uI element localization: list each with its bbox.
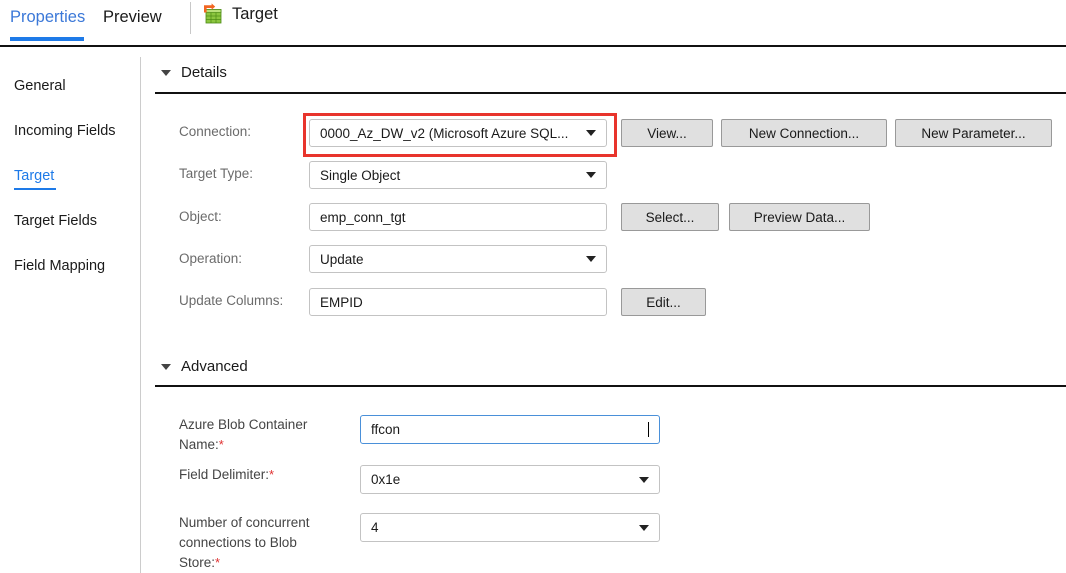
required-asterisk: * xyxy=(218,437,224,452)
update-columns-value: EMPID xyxy=(320,294,363,310)
sidebar-item-field-mapping[interactable]: Field Mapping xyxy=(14,258,105,274)
update-columns-label: Update Columns: xyxy=(179,293,284,308)
concurrent-connections-dropdown[interactable]: 4 xyxy=(360,513,660,542)
target-type-dropdown[interactable]: Single Object xyxy=(309,161,607,189)
sidebar: General Incoming Fields Target Target Fi… xyxy=(0,47,140,573)
edit-button[interactable]: Edit... xyxy=(621,288,706,316)
preview-data-button[interactable]: Preview Data... xyxy=(729,203,870,231)
select-button[interactable]: Select... xyxy=(621,203,719,231)
chevron-down-icon xyxy=(639,524,649,531)
chevron-down-icon xyxy=(586,256,596,262)
operation-value: Update xyxy=(320,251,364,267)
blob-container-input[interactable]: ffcon xyxy=(360,415,660,444)
sidebar-item-target[interactable]: Target xyxy=(14,168,54,184)
object-input[interactable]: emp_conn_tgt xyxy=(309,203,607,231)
new-connection-button[interactable]: New Connection... xyxy=(721,119,887,147)
chevron-down-icon xyxy=(161,363,171,370)
top-tab-bar: Properties Preview Target xyxy=(0,0,1066,47)
object-value: emp_conn_tgt xyxy=(320,209,406,225)
active-tab-underline xyxy=(10,37,84,41)
target-table-icon xyxy=(202,3,224,25)
new-parameter-button[interactable]: New Parameter... xyxy=(895,119,1052,147)
field-delimiter-label: Field Delimiter:* xyxy=(179,465,274,485)
target-type-label: Target Type: xyxy=(179,166,254,181)
content-pane: Details Connection: 0000_Az_DW_v2 (Micro… xyxy=(141,47,1066,573)
details-section-title: Details xyxy=(181,64,227,81)
field-delimiter-dropdown[interactable]: 0x1e xyxy=(360,465,660,494)
tab-divider xyxy=(190,2,191,34)
details-section-rule xyxy=(155,92,1066,94)
sidebar-item-general[interactable]: General xyxy=(14,78,66,94)
chevron-down-icon xyxy=(586,130,596,136)
tab-target-label: Target xyxy=(232,5,278,23)
advanced-section-title: Advanced xyxy=(181,358,248,375)
update-columns-input[interactable]: EMPID xyxy=(309,288,607,316)
field-delimiter-value: 0x1e xyxy=(371,472,401,487)
target-type-value: Single Object xyxy=(320,167,401,183)
chevron-down-icon xyxy=(586,172,596,178)
details-section-header[interactable]: Details xyxy=(161,64,227,81)
concurrent-connections-label-line2: connections to Blob xyxy=(179,535,297,550)
chevron-down-icon xyxy=(639,476,649,483)
field-delimiter-label-text: Field Delimiter: xyxy=(179,467,270,482)
connection-label: Connection: xyxy=(179,124,252,139)
sidebar-item-incoming-fields[interactable]: Incoming Fields xyxy=(14,123,116,139)
concurrent-connections-label: Number of concurrent connections to Blob… xyxy=(179,513,310,573)
advanced-section-rule xyxy=(155,385,1066,387)
concurrent-connections-label-line1: Number of concurrent xyxy=(179,515,310,530)
blob-container-label-line2: Name: xyxy=(179,437,219,452)
text-cursor xyxy=(648,422,649,437)
connection-dropdown[interactable]: 0000_Az_DW_v2 (Microsoft Azure SQL... xyxy=(309,119,607,147)
view-button[interactable]: View... xyxy=(621,119,713,147)
sidebar-active-underline xyxy=(14,188,56,190)
chevron-down-icon xyxy=(161,69,171,76)
blob-container-label: Azure Blob Container Name:* xyxy=(179,415,307,455)
operation-label: Operation: xyxy=(179,251,243,266)
tab-target[interactable]: Target xyxy=(202,3,278,25)
advanced-section-header[interactable]: Advanced xyxy=(161,358,248,375)
concurrent-connections-value: 4 xyxy=(371,520,379,535)
sidebar-item-target-fields[interactable]: Target Fields xyxy=(14,213,97,229)
connection-value: 0000_Az_DW_v2 (Microsoft Azure SQL... xyxy=(320,125,569,141)
object-label: Object: xyxy=(179,209,222,224)
required-asterisk: * xyxy=(215,555,221,570)
tab-properties[interactable]: Properties xyxy=(10,6,85,28)
required-asterisk: * xyxy=(269,467,275,482)
operation-dropdown[interactable]: Update xyxy=(309,245,607,273)
tab-preview[interactable]: Preview xyxy=(103,6,162,28)
blob-container-value: ffcon xyxy=(371,422,401,437)
concurrent-connections-label-line3: Store: xyxy=(179,555,216,570)
blob-container-label-line1: Azure Blob Container xyxy=(179,417,308,432)
